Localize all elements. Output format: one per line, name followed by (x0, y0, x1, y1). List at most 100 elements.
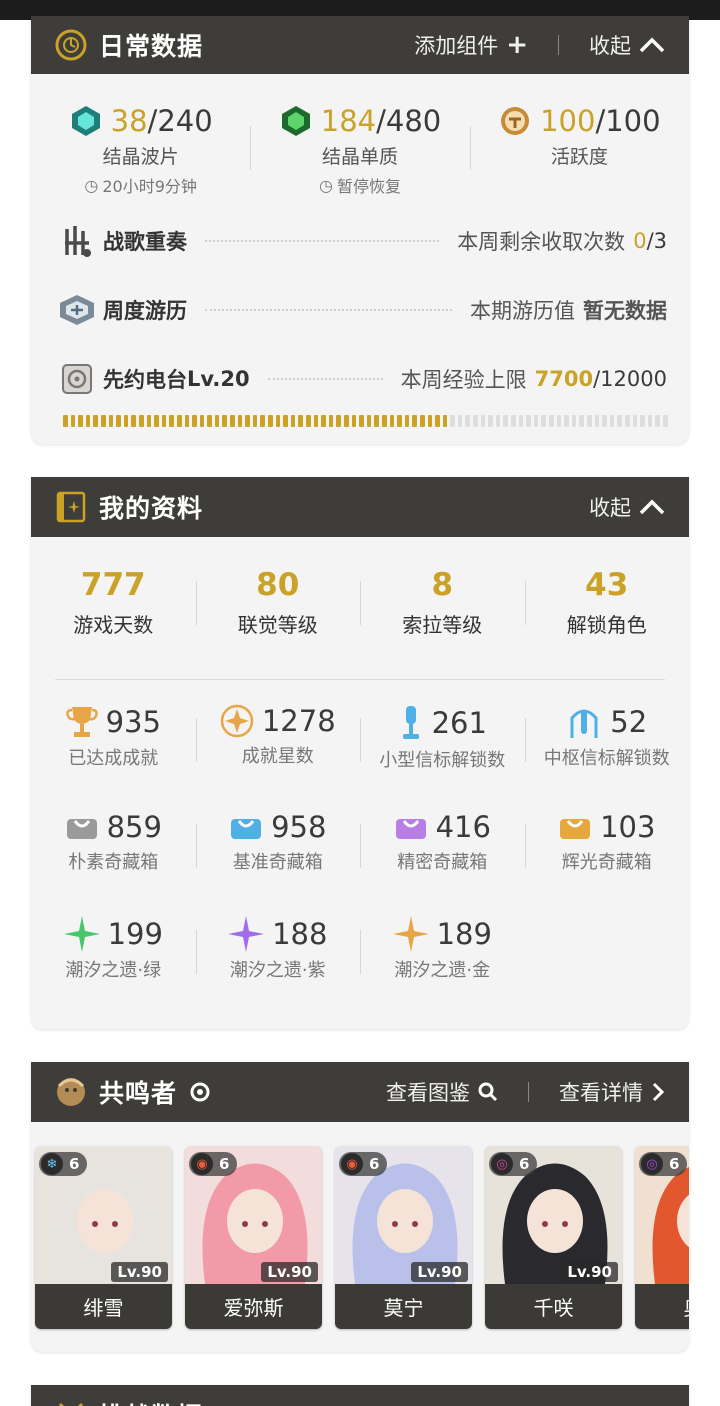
profile-collapse-button[interactable]: 收起 (589, 492, 665, 522)
progress-tick (275, 415, 281, 427)
progress-tick (579, 415, 584, 427)
progress-tick (427, 415, 433, 427)
search-icon (478, 1082, 498, 1102)
resonator-card[interactable]: ◎6Lv.90奥古 (635, 1146, 689, 1329)
glacio-element-icon: ❄ (41, 1153, 63, 1175)
daily-data-header: 日常数据 添加组件 + 收起 (31, 16, 689, 74)
dotted-leader (205, 239, 440, 242)
challenge-data-title: 挑战数据 (99, 1397, 203, 1406)
weekly-journey-icon (57, 290, 97, 330)
daily-data-card: 日常数据 添加组件 + 收起 38/240 结晶波片 ◷ 20小时9分钟 184/… (31, 16, 689, 444)
progress-tick (366, 415, 372, 427)
progress-tick (541, 415, 546, 427)
progress-tick (268, 415, 273, 427)
waveplate-stat[interactable]: 38/240 结晶波片 ◷ 20小时9分钟 (31, 104, 250, 206)
progress-tick (93, 415, 98, 427)
resonator-card[interactable]: ❄ 6 Lv.90 绯雪 (35, 1146, 172, 1329)
progress-tick (624, 415, 630, 427)
add-widget-button[interactable]: 添加组件 + (414, 30, 528, 60)
weekly-journey-row[interactable]: 周度游历 本期游历值 暂无数据 (31, 275, 689, 344)
fusion-element-icon: ◉ (191, 1153, 213, 1175)
progress-tick (230, 415, 235, 427)
progress-tick (116, 415, 121, 427)
progress-tick (336, 415, 341, 427)
relic-purple-count[interactable]: 188 潮汐之遗·紫 (195, 916, 361, 1022)
relic-gold-count[interactable]: 189 潮汐之遗·金 (360, 916, 525, 1022)
radio-icon (57, 359, 97, 399)
progress-tick (647, 415, 653, 427)
stat-sol-level: 8 索拉等级 (360, 567, 525, 667)
progress-tick (480, 415, 486, 427)
radio-row[interactable]: 先约电台 Lv.20 本周经验上限 7700/12000 (31, 344, 689, 413)
progress-tick (511, 415, 516, 427)
battle-song-row[interactable]: 战歌重奏 本周剩余收取次数 0/3 (31, 206, 689, 275)
progress-tick (404, 415, 410, 427)
havoc-element-icon: ◎ (641, 1153, 663, 1175)
chest-standard-count[interactable]: 958 基准奇藏箱 (195, 810, 361, 916)
progress-tick (602, 415, 607, 427)
progress-tick (214, 415, 220, 427)
crystal-solvent-stat[interactable]: 184/480 结晶单质 ◷ 暂停恢复 (250, 104, 469, 206)
chest-basic-count[interactable]: 859 朴素奇藏箱 (31, 810, 196, 916)
daily-data-title: 日常数据 (99, 32, 204, 61)
sparkle-purple-icon (228, 916, 265, 952)
progress-tick (503, 415, 509, 427)
chain-badge: ◉ 6 (189, 1152, 238, 1176)
progress-tick (564, 415, 569, 427)
activity-icon (501, 107, 530, 135)
progress-tick (640, 415, 645, 427)
progress-tick (549, 415, 554, 427)
resonator-card[interactable]: ◉ 6 Lv.90 爱弥斯 (185, 1146, 322, 1329)
chain-badge: ◉ 6 (339, 1152, 388, 1176)
resonators-card: 共鸣者 查看图鉴 查看详情 ❄ 6 Lv.90 绯雪 ◉ 6 Lv.90 爱弥斯 ◉ 6 Lv.90… (31, 1062, 689, 1352)
progress-tick (184, 415, 190, 427)
resonator-level: Lv.90 (561, 1262, 618, 1282)
daily-clock-icon (53, 27, 89, 63)
progress-tick (161, 415, 167, 427)
progress-tick (290, 415, 296, 427)
challenge-icon (53, 1397, 89, 1406)
resonator-card[interactable]: ◉ 6 Lv.90 莫宁 (335, 1146, 472, 1329)
chest-standard-icon (231, 819, 262, 839)
activity-stat[interactable]: 100/100 活跃度 (469, 104, 689, 206)
timer-icon: ◷ (84, 175, 99, 195)
daily-collapse-button[interactable]: 收起 (589, 30, 665, 60)
relic-green-count[interactable]: 199 潮汐之遗·绿 (31, 916, 196, 1022)
progress-tick (473, 415, 478, 427)
achievement-stars[interactable]: 1278 成就星数 (195, 704, 361, 810)
progress-tick (207, 415, 212, 427)
progress-tick (131, 415, 136, 427)
progress-tick (283, 415, 288, 427)
progress-tick (237, 415, 243, 427)
resonator-level: Lv.90 (111, 1262, 168, 1282)
view-codex-button[interactable]: 查看图鉴 (386, 1077, 498, 1107)
resonator-card[interactable]: ◎ 6 Lv.90 千咲 (485, 1146, 622, 1329)
chevron-right-icon (652, 1082, 665, 1102)
plus-icon: + (506, 30, 528, 60)
resonator-avatar-icon (53, 1074, 89, 1110)
dotted-leader (205, 308, 452, 311)
challenge-data-header: 挑战数据 (31, 1385, 689, 1406)
progress-tick (313, 415, 319, 427)
achievements-count[interactable]: 935 已达成成就 (31, 704, 196, 810)
hub-beacons[interactable]: 52 中枢信标解锁数 (524, 704, 690, 810)
progress-tick (192, 415, 197, 427)
progress-tick (617, 415, 622, 427)
chest-premium-count[interactable]: 103 辉光奇藏箱 (524, 810, 690, 916)
progress-tick (176, 415, 182, 427)
small-beacons[interactable]: 261 小型信标解锁数 (360, 704, 525, 810)
view-details-button[interactable]: 查看详情 (559, 1077, 665, 1107)
resonators-header: 共鸣者 查看图鉴 查看详情 (31, 1062, 689, 1122)
trophy-icon (65, 707, 98, 737)
chest-advanced-count[interactable]: 416 精密奇藏箱 (360, 810, 525, 916)
stat-union-level: 80 联觉等级 (195, 567, 361, 667)
timer-icon: ◷ (319, 175, 333, 195)
progress-tick (298, 415, 303, 427)
resonator-name: 千咲 (485, 1284, 622, 1329)
settings-gear-icon[interactable] (189, 1081, 211, 1103)
progress-tick (488, 415, 493, 427)
waveplate-icon (71, 106, 100, 136)
resonators-title: 共鸣者 (99, 1079, 178, 1108)
radio-progress-bar (63, 415, 668, 427)
progress-tick (108, 415, 114, 427)
